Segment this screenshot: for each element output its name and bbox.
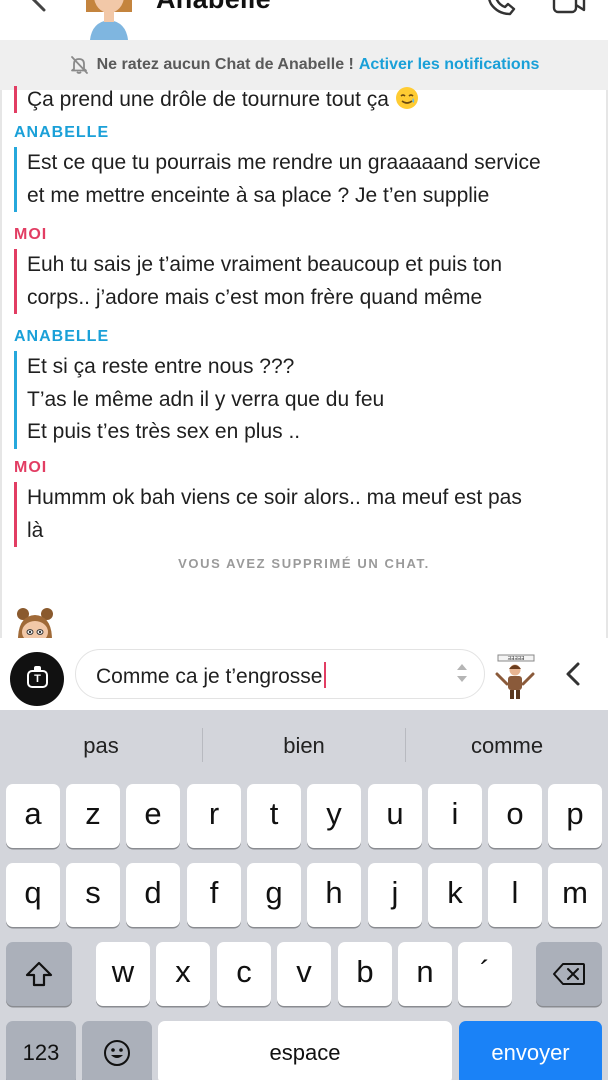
key[interactable]: o [488,784,542,848]
enable-notifications-link[interactable]: Activer les notifications [359,56,540,74]
key[interactable]: v [277,942,331,1006]
message-line: Est ce que tu pourrais me rendre un graa… [27,151,541,174]
notification-banner: Ne ratez aucun Chat de Anabelle ! Active… [0,40,608,90]
sender-label: ANABELLE [14,328,110,345]
chevron-left-icon[interactable] [562,660,584,688]
sender-label: ANABELLE [14,124,110,141]
suggestion-item[interactable]: bien [203,710,405,780]
key[interactable]: e [126,784,180,848]
deleted-chat-notice: VOUS AVEZ SUPPRIMÉ UN CHAT. [178,556,430,571]
key[interactable]: q [6,863,60,927]
contact-name[interactable]: Anabelle [156,0,271,15]
suggestion-item[interactable]: comme [406,710,608,780]
suggestion-item[interactable]: pas [0,710,202,780]
message-line: Et si ça reste entre nous ??? [27,355,295,378]
backspace-key[interactable] [536,942,602,1006]
key[interactable]: w [96,942,150,1006]
message-input-value: Comme ca je t’engrosse [96,665,323,688]
send-key[interactable]: envoyer [459,1021,602,1080]
message-bubble[interactable]: Euh tu sais je t’aime vraiment beaucoup … [14,249,502,314]
key[interactable]: j [368,863,422,927]
space-key[interactable]: espace [158,1021,452,1080]
emoji-smiley-icon [104,1040,130,1066]
message-line: là [27,518,44,542]
smiling-tear-emoji-icon [395,87,418,109]
key[interactable]: l [488,863,542,927]
sender-label: MOI [14,459,48,476]
key[interactable]: u [368,784,422,848]
svg-text:ƎƎƎƎƎ: ƎƎƎƎƎ [508,656,525,662]
message-line: Euh tu sais je t’aime vraiment beaucoup … [27,253,503,276]
peeking-bitmoji-icon [17,608,53,640]
muted-bell-icon [70,56,88,74]
message-bubble[interactable]: Est ce que tu pourrais me rendre un graa… [14,147,541,212]
key[interactable]: y [307,784,361,848]
message-partial[interactable]: Ça prend une drôle de tournure tout ça [14,86,419,113]
bitmoji-avatar[interactable] [80,0,138,40]
message-bubble[interactable]: Et si ça reste entre nous ??? T’as le mê… [14,351,384,449]
key[interactable]: a [6,784,60,848]
shift-key[interactable] [6,942,72,1006]
message-bubble[interactable]: Hummm ok bah viens ce soir alors.. ma me… [14,482,522,547]
message-line: corps.. j’adore mais c’est mon frère qua… [27,285,483,309]
chat-header: Anabelle [0,0,608,40]
video-call-icon[interactable] [552,0,586,14]
phone-call-icon[interactable] [486,0,516,16]
key[interactable]: c [217,942,271,1006]
key[interactable]: k [428,863,482,927]
camera-label: T [34,673,41,685]
key[interactable]: h [307,863,361,927]
message-line: Hummm ok bah viens ce soir alors.. ma me… [27,486,522,509]
shift-arrow-icon [25,961,53,987]
sender-label: MOI [14,226,48,243]
key[interactable]: b [338,942,392,1006]
back-chevron-icon[interactable] [22,0,54,14]
key[interactable]: s [66,863,120,927]
key[interactable]: i [428,784,482,848]
key[interactable]: x [156,942,210,1006]
numbers-key[interactable]: 123 [6,1021,76,1080]
key[interactable]: r [187,784,241,848]
message-line: T’as le même adn il y verra que du feu [27,387,385,411]
key[interactable]: d [126,863,180,927]
key[interactable]: g [247,863,301,927]
key[interactable]: f [187,863,241,927]
key[interactable]: ´ [458,942,512,1006]
message-line: Et puis t’es très sex en plus .. [27,420,301,443]
camera-icon: T [27,670,48,688]
backspace-icon [553,963,585,985]
message-line: Ça prend une drôle de tournure tout ça [27,88,389,111]
message-input[interactable]: Comme ca je t’engrosse [75,649,485,699]
key[interactable]: z [66,784,120,848]
key[interactable]: n [398,942,452,1006]
text-cursor [324,662,327,688]
message-line: et me mettre enceinte à sa place ? Je t’… [27,183,490,207]
bitmoji-sticker-icon[interactable]: ƎƎƎƎƎ [492,654,538,700]
resize-stepper-icon[interactable] [455,662,469,684]
key[interactable]: m [548,863,602,927]
notification-text: Ne ratez aucun Chat de Anabelle ! [96,56,354,73]
camera-button[interactable]: T [10,652,64,706]
emoji-key[interactable] [82,1021,152,1080]
key[interactable]: t [247,784,301,848]
key[interactable]: p [548,784,602,848]
